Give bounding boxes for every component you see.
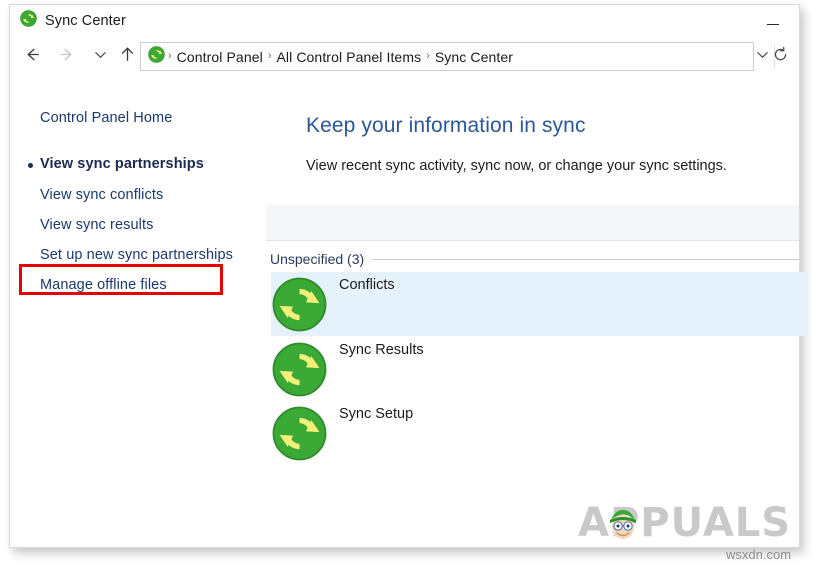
main-pane: Keep your information in sync View recen… — [262, 78, 808, 547]
list-item[interactable]: Sync Setup — [271, 401, 808, 465]
minimize-button[interactable] — [753, 5, 793, 35]
site-credit: wsxdn.com — [726, 547, 792, 562]
page-title: Keep your information in sync — [306, 114, 586, 137]
recent-locations-button[interactable] — [86, 43, 114, 71]
content-area: Control Panel Home View sync partnership… — [10, 78, 808, 547]
annotation-highlight-box — [19, 264, 223, 295]
breadcrumb-sync-center[interactable]: Sync Center — [431, 49, 517, 65]
sync-icon — [271, 341, 328, 403]
breadcrumb-all-control-panel-items[interactable]: All Control Panel Items — [272, 49, 425, 65]
chevron-down-icon — [93, 47, 108, 67]
sync-icon — [271, 276, 328, 338]
arrow-up-icon — [118, 45, 137, 69]
sidebar-item-set-up-new-sync-partnerships[interactable]: Set up new sync partnerships — [40, 247, 233, 263]
sync-icon — [148, 45, 165, 68]
refresh-icon — [772, 46, 789, 68]
list-item-label: Sync Setup — [339, 406, 414, 422]
sync-icon — [20, 10, 37, 32]
sidebar: Control Panel Home View sync partnership… — [10, 78, 262, 547]
group-rule — [372, 258, 799, 260]
up-button[interactable] — [113, 43, 141, 71]
breadcrumb-control-panel[interactable]: Control Panel — [173, 49, 267, 65]
current-item-bullet-icon — [28, 163, 33, 168]
sidebar-item-view-sync-results[interactable]: View sync results — [40, 217, 153, 233]
address-bar[interactable]: › Control Panel › All Control Panel Item… — [140, 42, 754, 71]
appuals-mascot-icon — [606, 501, 640, 547]
refresh-button[interactable] — [767, 44, 793, 70]
group-header: Unspecified (3) — [270, 250, 799, 268]
list-item-label: Sync Results — [339, 342, 424, 358]
sync-icon — [271, 405, 328, 467]
arrow-left-icon — [23, 45, 42, 69]
command-bar — [266, 205, 799, 241]
sync-center-window: Sync Center › Control Panel › All Contro… — [9, 4, 808, 548]
forward-button[interactable] — [52, 43, 80, 71]
watermark: APPUALS — [578, 499, 804, 547]
back-button[interactable] — [18, 43, 46, 71]
sidebar-item-control-panel-home[interactable]: Control Panel Home — [40, 110, 172, 126]
navigation-bar: › Control Panel › All Control Panel Item… — [10, 37, 799, 78]
list-item[interactable]: Conflicts — [271, 272, 808, 336]
sidebar-item-view-sync-partnerships[interactable]: View sync partnerships — [40, 156, 204, 172]
title-bar: Sync Center — [10, 5, 799, 37]
page-subtitle: View recent sync activity, sync now, or … — [306, 158, 727, 174]
list-item[interactable]: Sync Results — [271, 337, 808, 401]
minimize-icon — [767, 23, 779, 25]
sidebar-item-view-sync-conflicts[interactable]: View sync conflicts — [40, 187, 163, 203]
group-label: Unspecified (3) — [270, 251, 365, 267]
window-title: Sync Center — [45, 13, 126, 29]
arrow-right-icon — [57, 45, 76, 69]
list-item-label: Conflicts — [339, 277, 395, 293]
